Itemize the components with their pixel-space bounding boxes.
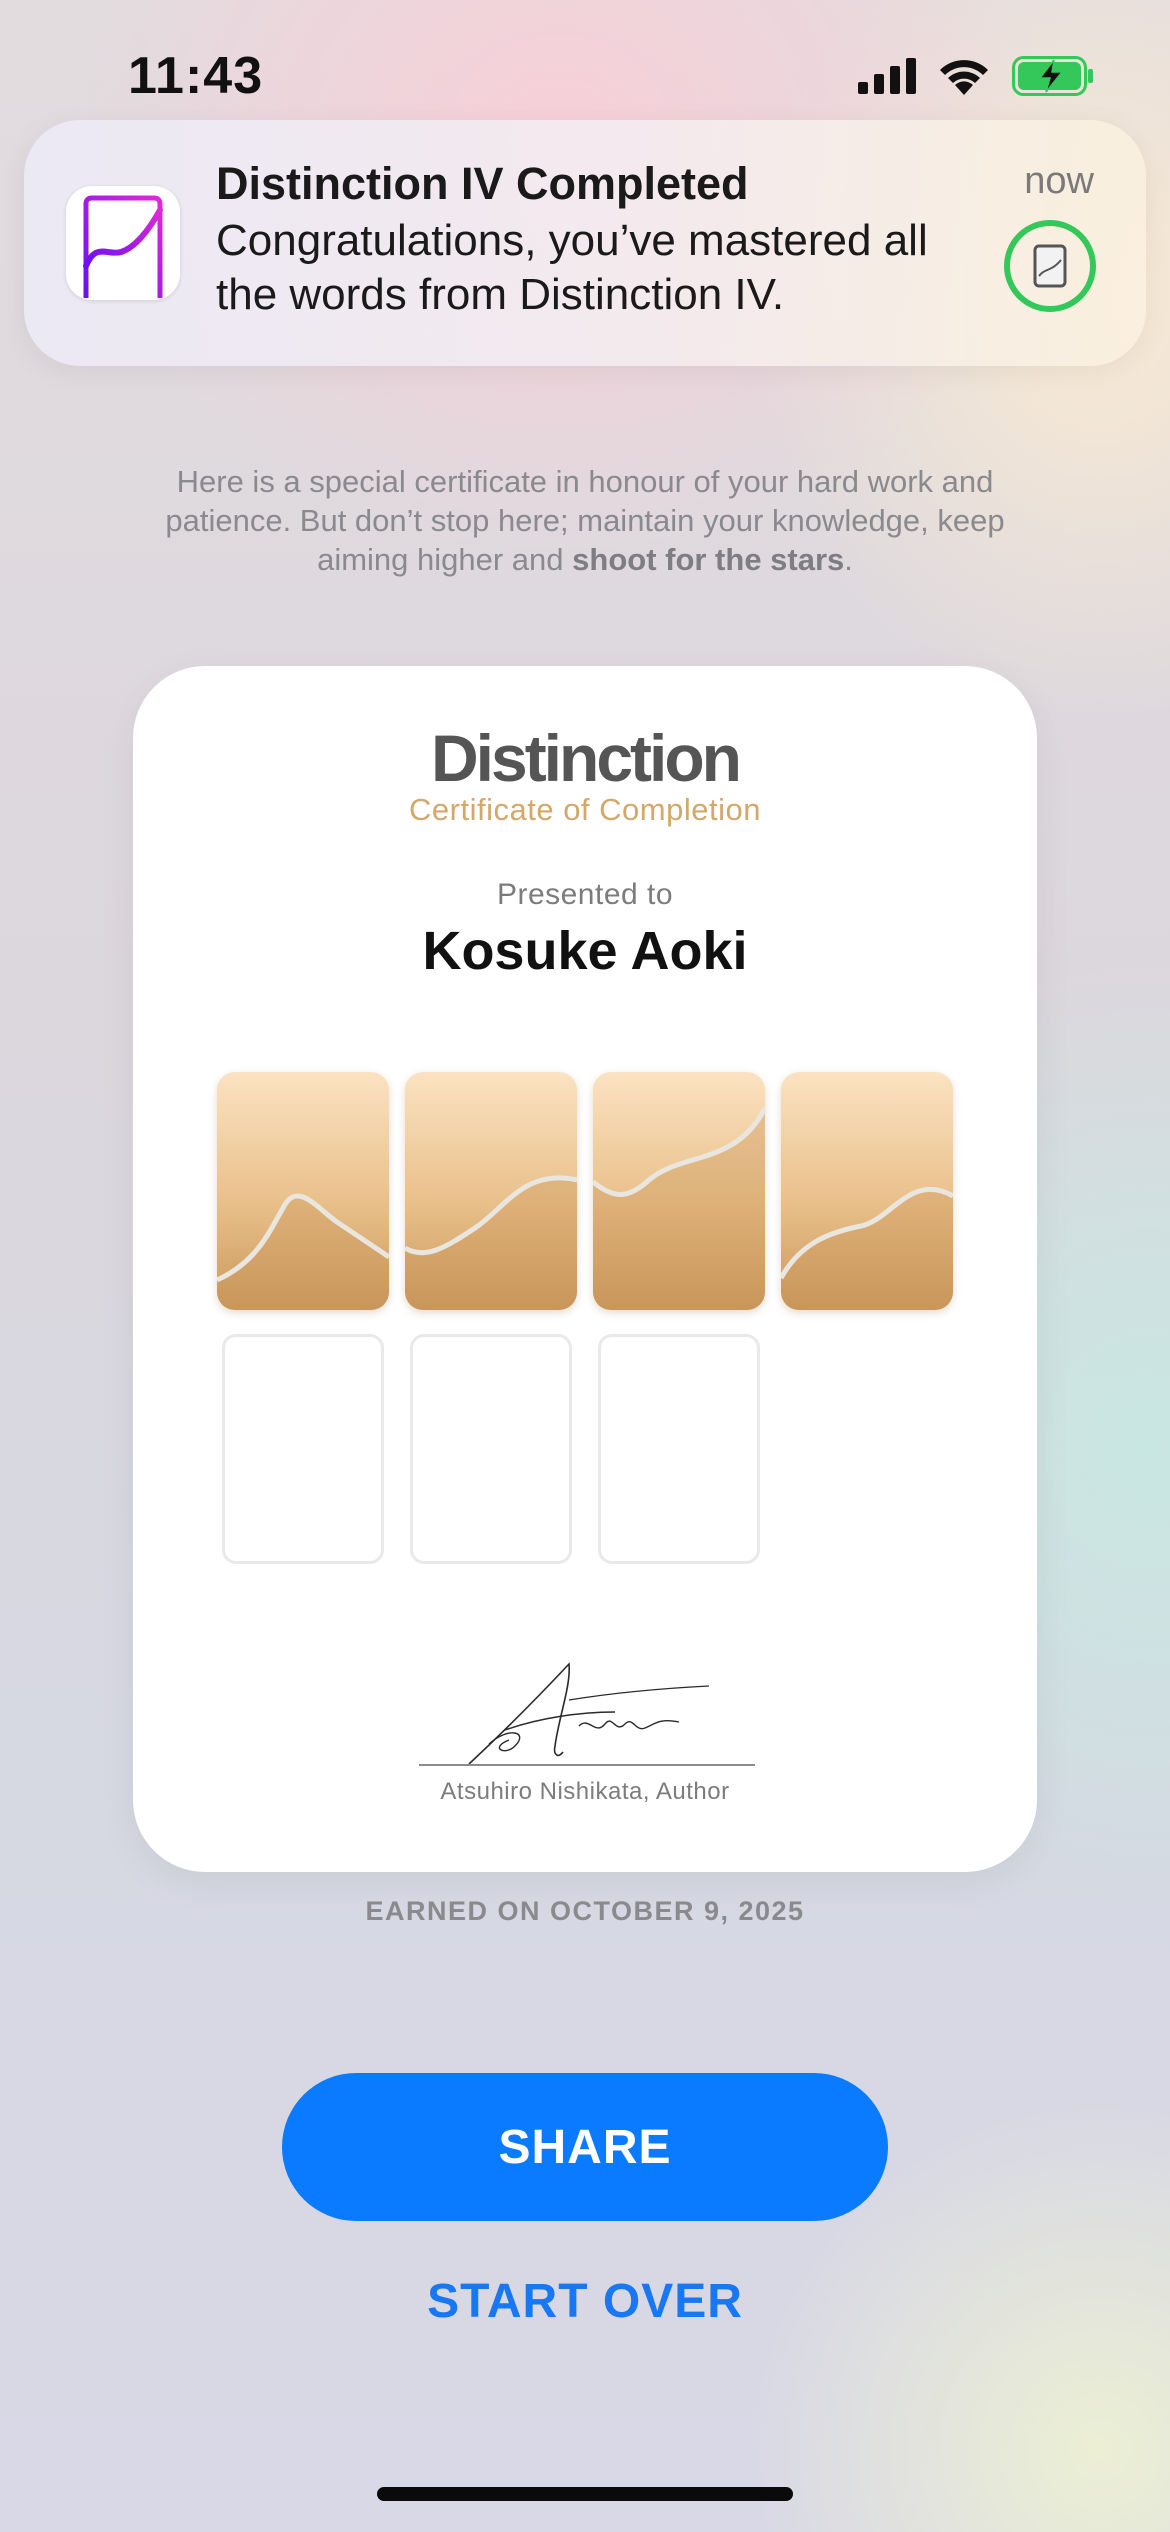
certificate-subtitle: Certificate of Completion [409,792,761,827]
author-name: Atsuhiro Nishikata, Author [440,1778,730,1805]
earned-date: EARNED ON OCTOBER 9, 2025 [365,1896,805,1926]
notification-attachment-thumbnail[interactable] [1004,220,1096,312]
distinction-app-icon [83,195,163,298]
badge-distinction-4 [781,1072,953,1310]
badge-slot-empty [410,1334,572,1564]
wifi-icon [940,60,988,95]
cellular-signal-icon [858,58,916,94]
badge-wave-icon [593,1106,765,1310]
app-icon [66,186,180,300]
status-icons [858,56,1094,96]
start-over-button[interactable]: START OVER [335,2268,835,2334]
badge-wave-icon [405,1175,577,1310]
intro-text: Here is a special certificate in honour … [150,462,1020,579]
notification-banner[interactable]: Distinction IV Completed Congratulations… [24,120,1146,366]
badge-distinction-1 [217,1072,389,1310]
certificate-card: Distinction Certificate of Completion Pr… [133,666,1037,1872]
notification-body: Congratulations, you’ve mastered all the… [216,216,928,319]
notification-title: Distinction IV Completed [216,158,749,209]
intro-emphasis: shoot for the stars [572,542,845,577]
badge-slot-empty [222,1334,384,1564]
notification-time: now [1024,160,1094,202]
status-time: 11:43 [128,47,264,105]
intro-end: . [844,542,853,577]
author-signature [468,1662,710,1765]
badge-distinction-2 [405,1072,577,1310]
recipient-name: Kosuke Aoki [422,921,748,981]
certificate-brand: Distinction [431,721,742,795]
badge-wave-icon [217,1193,389,1310]
badge-wave-icon [781,1186,953,1310]
certificate-thumbnail-icon [1033,244,1067,288]
badge-distinction-3 [593,1072,765,1310]
badge-slot-empty [598,1334,760,1564]
presented-to-label: Presented to [496,878,674,911]
signature-line [419,1764,755,1766]
home-indicator[interactable] [377,2487,793,2501]
share-button[interactable]: SHARE [282,2073,888,2221]
battery-charging-icon [1012,56,1093,96]
